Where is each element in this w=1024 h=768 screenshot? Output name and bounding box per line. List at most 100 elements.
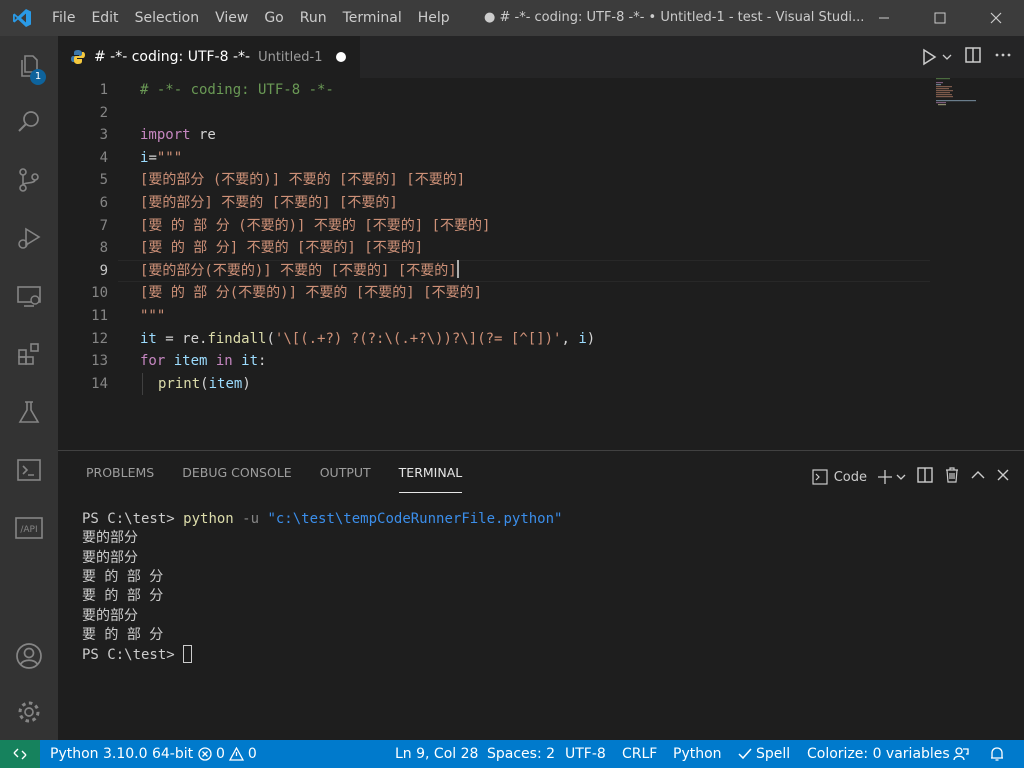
tab-problems[interactable]: PROBLEMS (72, 451, 168, 495)
warning-count: 0 (247, 746, 257, 762)
tab-debug-console[interactable]: DEBUG CONSOLE (168, 451, 305, 495)
code-editor[interactable]: 1 2 3 4 5 6 7 8 9 10 11 12 13 14 # -*- c… (58, 78, 1024, 450)
indentation[interactable]: Spaces: 2 (487, 740, 555, 768)
tab-untitled-1[interactable]: # -*- coding: UTF-8 -*- Untitled-1 (58, 36, 360, 78)
remote-explorer-button[interactable] (0, 270, 58, 322)
tab-title: # -*- coding: UTF-8 -*- (94, 49, 251, 65)
paren-token: ( (266, 330, 275, 347)
terminal-selector[interactable]: Code (812, 469, 867, 485)
tab-output[interactable]: OUTPUT (306, 451, 385, 495)
maximize-button[interactable] (912, 0, 968, 36)
remote-icon (13, 748, 27, 760)
keyword-token: in (215, 353, 233, 370)
settings-gear-icon (18, 701, 40, 723)
line-number: 14 (91, 375, 108, 392)
code-line-14: print(item) (158, 373, 251, 396)
explorer-button[interactable]: 1 (0, 40, 58, 92)
menu-edit[interactable]: Edit (83, 0, 126, 36)
spell-check[interactable]: Spell (738, 740, 790, 768)
terminal-command: python (183, 511, 234, 527)
code-line-9: [要的部分(不要的)] 不要的 [不要的] [不要的] (140, 259, 459, 283)
split-terminal-button[interactable] (916, 466, 934, 488)
end-of-line[interactable]: CRLF (622, 740, 657, 768)
window-title: ● # -*- coding: UTF-8 -*- • Untitled-1 -… (484, 10, 864, 25)
menu-help[interactable]: Help (410, 0, 458, 36)
extensions-button[interactable] (0, 328, 58, 380)
encoding[interactable]: UTF-8 (565, 740, 606, 768)
line-number: 6 (99, 195, 108, 211)
split-editor-button[interactable] (964, 46, 982, 68)
code-line-11: """ (140, 308, 166, 324)
menu-file[interactable]: File (44, 0, 83, 36)
line-number: 1 (99, 82, 108, 98)
remote-button[interactable] (0, 740, 40, 768)
problems-status[interactable]: 0 0 (198, 740, 257, 768)
new-terminal-button[interactable] (877, 469, 906, 485)
line-number: 7 (99, 217, 108, 234)
minimize-button[interactable] (856, 0, 912, 36)
function-token: findall (207, 330, 267, 347)
terminal-output-line: 要 的 部 分 (82, 588, 164, 605)
feedback-button[interactable] (953, 740, 969, 768)
function-token: print (158, 375, 201, 392)
error-count: 0 (216, 746, 225, 762)
account-button[interactable] (0, 630, 58, 682)
tab-terminal[interactable]: TERMINAL (385, 451, 477, 495)
terminal-command-line: PS C:\test> python -u "c:\test\tempCodeR… (82, 510, 562, 529)
menu-view[interactable]: View (207, 0, 256, 36)
chevron-down-icon (942, 54, 952, 60)
menu-terminal[interactable]: Terminal (335, 0, 410, 36)
panel-actions: Code (812, 451, 1010, 503)
panel-tabs: PROBLEMS DEBUG CONSOLE OUTPUT TERMINAL (72, 451, 476, 495)
unsaved-dot-icon[interactable] (336, 52, 347, 62)
code-line-7: [要 的 部 分 (不要的)] 不要的 [不要的] [不要的] (140, 217, 491, 234)
status-bar: Python 3.10.0 64-bit 0 0 Ln 9, Col 28 Sp… (0, 740, 1024, 768)
operator-token: = (156, 330, 183, 347)
api-button[interactable]: /API (0, 502, 58, 554)
run-icon (923, 48, 937, 66)
code-line-12: it = re.findall('\[(.+?) ?(?:\(.+?\))?\]… (140, 328, 595, 351)
variable-token: it (140, 330, 157, 347)
maximize-panel-button[interactable] (970, 467, 986, 487)
menu-run[interactable]: Run (292, 0, 335, 36)
keyword-token: import (140, 127, 191, 144)
source-control-button[interactable] (0, 154, 58, 206)
terminal-flag: -u (233, 511, 268, 527)
colorize-status[interactable]: Colorize: 0 variables (807, 740, 950, 768)
terminal-cursor (183, 645, 193, 664)
terminal-view-button[interactable] (0, 444, 58, 496)
code-line-1: # -*- coding: UTF-8 -*- (140, 79, 334, 102)
notifications-button[interactable] (989, 740, 1005, 768)
kill-terminal-button[interactable] (944, 466, 960, 488)
language-mode[interactable]: Python (673, 740, 722, 768)
testing-button[interactable] (0, 386, 58, 438)
python-interpreter[interactable]: Python 3.10.0 64-bit (50, 740, 193, 768)
close-window-button[interactable] (968, 0, 1024, 36)
menu-go[interactable]: Go (256, 0, 291, 36)
terminal-profile-icon (812, 469, 828, 485)
search-button[interactable] (0, 96, 58, 148)
close-panel-button[interactable] (996, 468, 1010, 486)
more-actions-button[interactable] (994, 46, 1012, 68)
maximize-icon (934, 12, 946, 24)
line-number: 11 (91, 308, 108, 324)
line-number: 4 (99, 149, 108, 166)
variable-token: item (208, 375, 243, 392)
search-icon (18, 111, 39, 132)
minimap[interactable] (934, 78, 1014, 108)
window-controls (856, 0, 1024, 36)
terminal-prompt-line: PS C:\test> (82, 645, 193, 665)
menu-selection[interactable]: Selection (127, 0, 208, 36)
run-python-button[interactable] (920, 48, 952, 66)
run-debug-button[interactable] (0, 212, 58, 264)
text-cursor (456, 259, 459, 278)
operator-token: = (148, 149, 157, 166)
terminal-prompt: PS C:\test> (82, 511, 184, 527)
line-number: 2 (99, 104, 108, 121)
testing-icon (18, 401, 40, 423)
settings-button[interactable] (0, 686, 58, 738)
code-line-4: i=""" (140, 147, 182, 170)
line-number: 13 (91, 353, 108, 370)
cursor-position[interactable]: Ln 9, Col 28 (395, 740, 478, 768)
source-control-icon (19, 168, 39, 192)
